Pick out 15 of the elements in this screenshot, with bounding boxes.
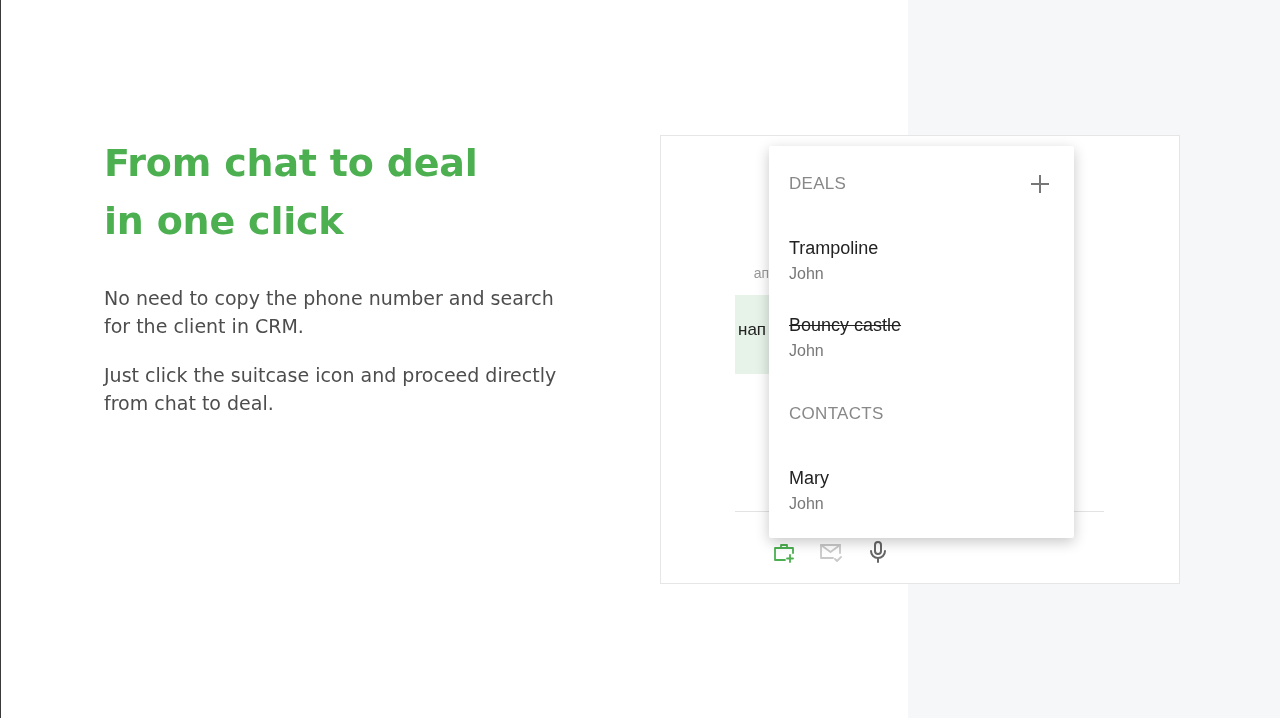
item-title[interactable]: Mary xyxy=(789,466,829,490)
item-subtitle: John xyxy=(789,494,824,514)
item-title[interactable]: Trampoline xyxy=(789,236,879,260)
section-header: DEALS xyxy=(789,173,847,195)
message-bubble: нап xyxy=(735,295,769,374)
item-subtitle: John xyxy=(789,341,824,361)
description-text: No need to copy the phone number and search for the client in CRM. xyxy=(104,286,555,339)
plus-icon xyxy=(1031,175,1049,193)
add-button[interactable] xyxy=(1031,175,1049,193)
description-text: Just click the suitcase icon and proceed directly from chat to deal. xyxy=(104,363,558,416)
item-title[interactable]: Bouncy castle xyxy=(789,313,902,337)
item-subtitle: John xyxy=(789,264,824,284)
section-header: CONTACTS xyxy=(789,403,884,425)
headline: From chat to deal in one click xyxy=(104,140,479,245)
message-meta-text: ап xyxy=(752,264,769,283)
